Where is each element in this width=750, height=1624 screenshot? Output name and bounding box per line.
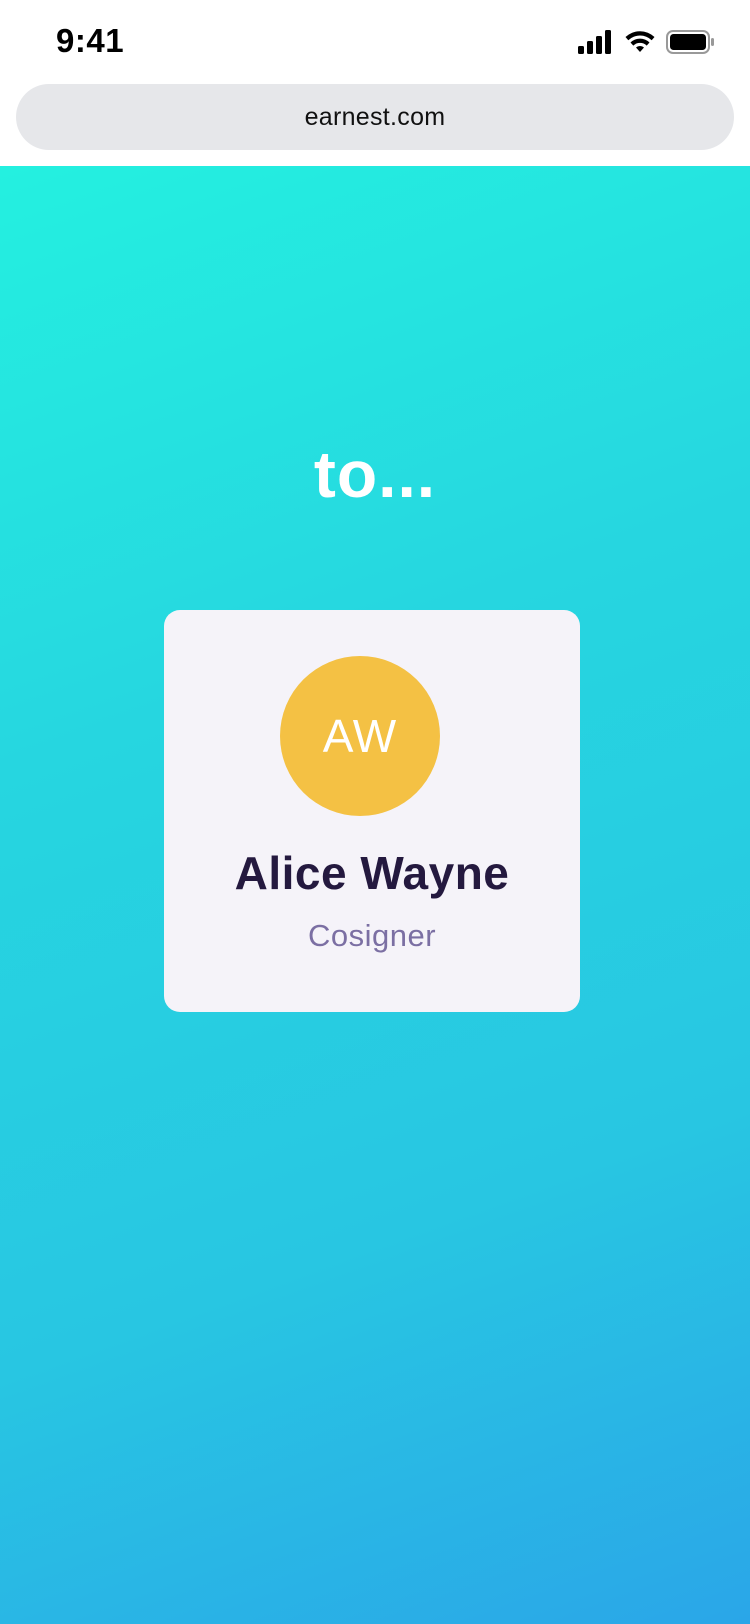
wifi-icon [624, 30, 656, 59]
person-role: Cosigner [307, 918, 437, 953]
browser-toolbar: earnest.com [0, 84, 750, 166]
status-bar: 9:41 [0, 0, 750, 84]
url-text: earnest.com [304, 102, 446, 131]
status-time: 9:41 [56, 22, 125, 59]
address-bar[interactable]: earnest.com [16, 84, 734, 150]
person-name: Alice Wayne [234, 847, 510, 899]
signal-icon [578, 29, 614, 59]
battery-icon [666, 29, 716, 59]
page-content: to... AW Alice Wayne Cosigner [0, 166, 750, 1624]
page-headline: to... [313, 437, 437, 511]
person-card[interactable]: AW Alice Wayne Cosigner [164, 610, 580, 1012]
status-icons [578, 29, 716, 59]
avatar-initials: AW [322, 710, 398, 762]
avatar: AW [280, 656, 440, 816]
